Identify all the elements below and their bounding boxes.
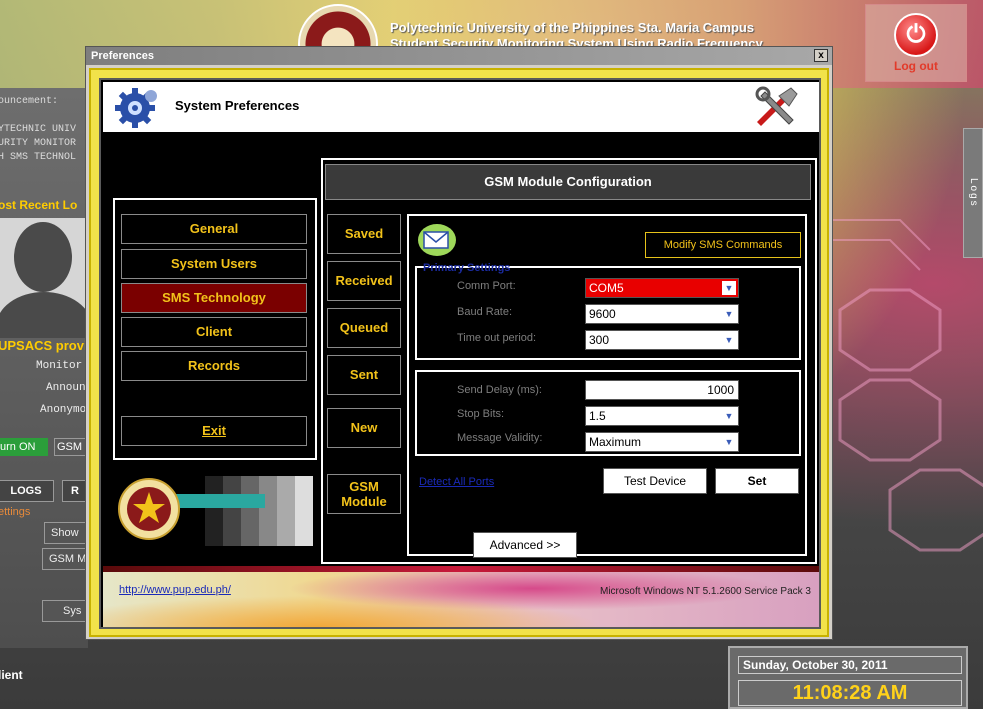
announcement-label: ouncement: [0, 96, 59, 107]
baud-rate-label: Baud Rate: [457, 306, 513, 318]
header-title: System Preferences [175, 98, 300, 113]
gsm-config-panel: GSM Module Configuration Saved Received … [321, 158, 817, 564]
menu-client[interactable]: Client [121, 317, 307, 347]
message-validity-value: Maximum [589, 435, 642, 449]
system-button[interactable]: Sys [42, 600, 90, 622]
queued-button[interactable]: Queued [327, 308, 401, 348]
baud-rate-select[interactable]: 9600 ▼ [585, 304, 739, 324]
chevron-down-icon: ▼ [724, 309, 734, 319]
modify-sms-commands-button[interactable]: Modify SMS Commands [645, 232, 801, 258]
exit-button[interactable]: Exit [121, 416, 307, 446]
gsm-module-line2: Module [341, 494, 387, 509]
pup-website-link[interactable]: http://www.pup.edu.ph/ [119, 584, 231, 596]
decorative-hexagons [830, 219, 983, 552]
timeout-value: 300 [589, 333, 610, 347]
primary-settings-group: Comm Port: COM5 ▼ Baud Rate: 9600 ▼ Time… [415, 266, 801, 360]
gsm-small-field[interactable]: GSM [54, 438, 88, 456]
dialog-content: System Preferences General System Users … [99, 78, 821, 629]
footer-banner: http://www.pup.edu.ph/ Microsoft Windows… [103, 572, 819, 627]
preferences-menu: General System Users SMS Technology Clie… [113, 198, 317, 460]
logout-button[interactable]: ⏻ Log out [865, 4, 967, 82]
stop-bits-value: 1.5 [589, 409, 606, 423]
close-icon[interactable]: x [814, 49, 828, 62]
menu-records[interactable]: Records [121, 351, 307, 381]
test-device-button[interactable]: Test Device [603, 468, 707, 494]
client-label: lient [0, 668, 23, 682]
avatar-head [14, 222, 72, 292]
message-validity-select[interactable]: Maximum ▼ [585, 432, 739, 452]
monitor-label: Monitor [36, 360, 83, 372]
comm-port-value: COM5 [589, 281, 624, 295]
anonymous-label: Anonymo [40, 404, 87, 416]
date-time-box: Sunday, October 30, 2011 11:08:28 AM [728, 646, 968, 709]
gear-icon [115, 86, 159, 128]
pup-logo-banner [115, 476, 315, 546]
timeout-select[interactable]: 300 ▼ [585, 330, 739, 350]
chevron-down-icon: ▼ [724, 437, 734, 447]
secondary-settings-group: Send Delay (ms): 1000 Stop Bits: 1.5 ▼ M… [415, 370, 801, 456]
power-icon: ⏻ [894, 13, 938, 57]
advanced-button[interactable]: Advanced >> [473, 532, 577, 558]
baud-rate-value: 9600 [589, 307, 616, 321]
primary-settings-label: Primary Settings [423, 262, 511, 274]
announcement-line: YTECHNIC UNIV [0, 124, 77, 135]
menu-sms-technology[interactable]: SMS Technology [121, 283, 307, 313]
avatar [0, 218, 86, 338]
sent-button[interactable]: Sent [327, 355, 401, 395]
received-button[interactable]: Received [327, 261, 401, 301]
dialog-titlebar[interactable]: Preferences x [86, 47, 832, 65]
stop-bits-label: Stop Bits: [457, 408, 505, 420]
dialog-title: Preferences [91, 50, 154, 62]
send-delay-label: Send Delay (ms): [457, 384, 542, 396]
logout-label: Log out [894, 59, 938, 73]
settings-label: ettings [0, 506, 31, 518]
gsm-settings-area: Modify SMS Commands Primary Settings Com… [407, 214, 807, 556]
chevron-down-icon: ▼ [724, 411, 734, 421]
message-validity-label: Message Validity: [457, 432, 543, 444]
chevron-down-icon: ▼ [722, 281, 736, 295]
chevron-down-icon: ▼ [724, 335, 734, 345]
turn-on-button[interactable]: urn ON [0, 438, 48, 456]
menu-system-users[interactable]: System Users [121, 249, 307, 279]
detect-all-ports-link[interactable]: Detect All Ports [419, 476, 494, 488]
preferences-header: System Preferences [103, 82, 819, 132]
gsm-module-button[interactable]: GSM Module [327, 474, 401, 514]
panel-title: GSM Module Configuration [325, 164, 811, 200]
logs-side-tab[interactable]: Logs [963, 128, 983, 258]
logs-button[interactable]: LOGS [0, 480, 54, 502]
saved-button[interactable]: Saved [327, 214, 401, 254]
avatar-body [0, 292, 86, 338]
preferences-dialog: Preferences x System Preferences General… [85, 46, 833, 640]
announce-label: Announ [46, 382, 86, 394]
comm-port-select[interactable]: COM5 ▼ [585, 278, 739, 298]
app-title-line1: Polytechnic University of the Phippines … [390, 20, 755, 35]
os-version-text: Microsoft Windows NT 5.1.2600 Service Pa… [599, 586, 811, 597]
new-button[interactable]: New [327, 408, 401, 448]
upsacs-label: UPSACS provi [0, 338, 88, 353]
announcement-line: H SMS TECHNOL [0, 152, 77, 163]
stop-bits-select[interactable]: 1.5 ▼ [585, 406, 739, 426]
menu-general[interactable]: General [121, 214, 307, 244]
most-recent-label: ost Recent Lo [0, 198, 78, 212]
timeout-label: Time out period: [457, 332, 537, 344]
tools-icon [751, 86, 807, 128]
time-display: 11:08:28 AM [738, 680, 962, 706]
gsm-module-button[interactable]: GSM M [42, 548, 90, 570]
sms-envelope-icon [415, 222, 457, 258]
dialog-frame: System Preferences General System Users … [89, 68, 829, 637]
comm-port-label: Comm Port: [457, 280, 516, 292]
send-delay-input[interactable]: 1000 [585, 380, 739, 400]
announcement-line: URITY MONITOR [0, 138, 77, 149]
set-button[interactable]: Set [715, 468, 799, 494]
gsm-module-line1: GSM [349, 479, 379, 494]
date-display: Sunday, October 30, 2011 [738, 656, 962, 674]
show-button[interactable]: Show [44, 522, 90, 544]
